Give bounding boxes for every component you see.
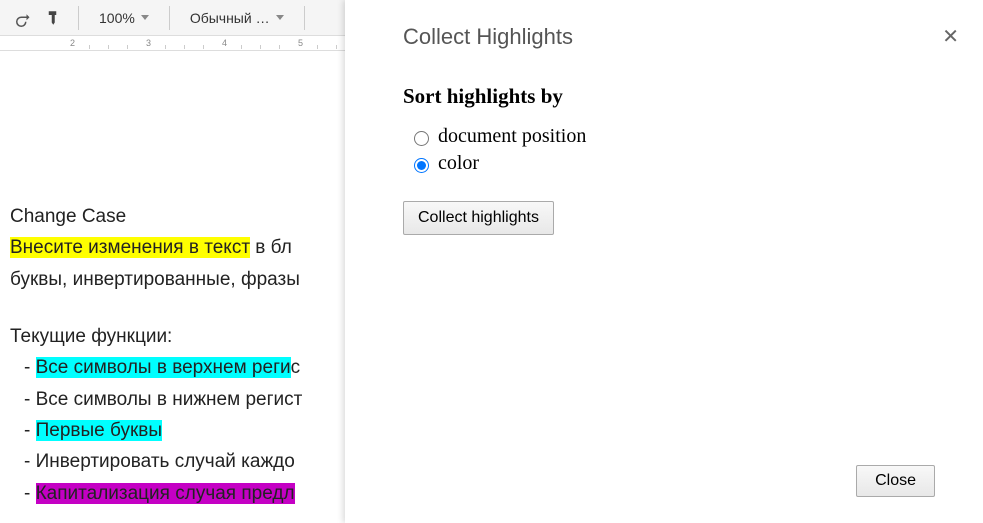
style-value: Обычный … <box>190 10 270 26</box>
list-item: - Первые буквы <box>10 415 345 446</box>
radio-input-color[interactable] <box>414 158 429 173</box>
toolbar-separator <box>304 6 305 30</box>
doc-line: буквы, инвертированные, фразы <box>10 264 345 295</box>
ruler-tick: 5 <box>298 38 303 48</box>
doc-line: Внесите изменения в текст в бл <box>10 232 345 263</box>
radio-label: document position <box>438 125 586 148</box>
close-button[interactable]: Close <box>856 465 935 497</box>
doc-heading: Change Case <box>10 201 345 232</box>
radio-color[interactable]: color <box>409 152 943 175</box>
list-item: - Инвертировать случай каждо <box>10 446 345 477</box>
highlight-span: Внесите изменения в текст <box>10 237 250 258</box>
ruler-tick: 4 <box>222 38 227 48</box>
list-item: - Капитализация случая предл <box>10 478 345 509</box>
radio-document-position[interactable]: document position <box>409 125 943 148</box>
list-item: - Все символы в верхнем регис <box>10 352 345 383</box>
redo-icon[interactable] <box>8 4 36 32</box>
ruler-tick: 3 <box>146 38 151 48</box>
zoom-value: 100% <box>99 10 135 26</box>
collect-highlights-button[interactable]: Collect highlights <box>403 201 554 235</box>
doc-line: Текущие функции: <box>10 321 345 352</box>
toolbar-separator <box>169 6 170 30</box>
radio-input-docpos[interactable] <box>414 131 429 146</box>
document-area[interactable]: Change Case Внесите изменения в текст в … <box>0 51 345 509</box>
ruler-tick: 2 <box>70 38 75 48</box>
chevron-down-icon <box>141 15 149 20</box>
paint-format-icon[interactable] <box>40 4 68 32</box>
toolbar-separator <box>78 6 79 30</box>
sort-heading: Sort highlights by <box>403 84 943 109</box>
radio-label: color <box>438 152 479 175</box>
panel-title: Collect Highlights <box>403 24 943 50</box>
list-item: - Все символы в нижнем регист <box>10 384 345 415</box>
zoom-dropdown[interactable]: 100% <box>89 4 159 32</box>
highlight-span: Капитализация случая предл <box>36 483 295 504</box>
collect-highlights-panel: ✕ Collect Highlights Sort highlights by … <box>345 0 983 523</box>
highlight-span: Все символы в верхнем реги <box>36 357 291 378</box>
highlight-span: Первые буквы <box>36 420 162 441</box>
chevron-down-icon <box>276 15 284 20</box>
style-dropdown[interactable]: Обычный … <box>180 4 294 32</box>
close-icon[interactable]: ✕ <box>942 24 959 49</box>
